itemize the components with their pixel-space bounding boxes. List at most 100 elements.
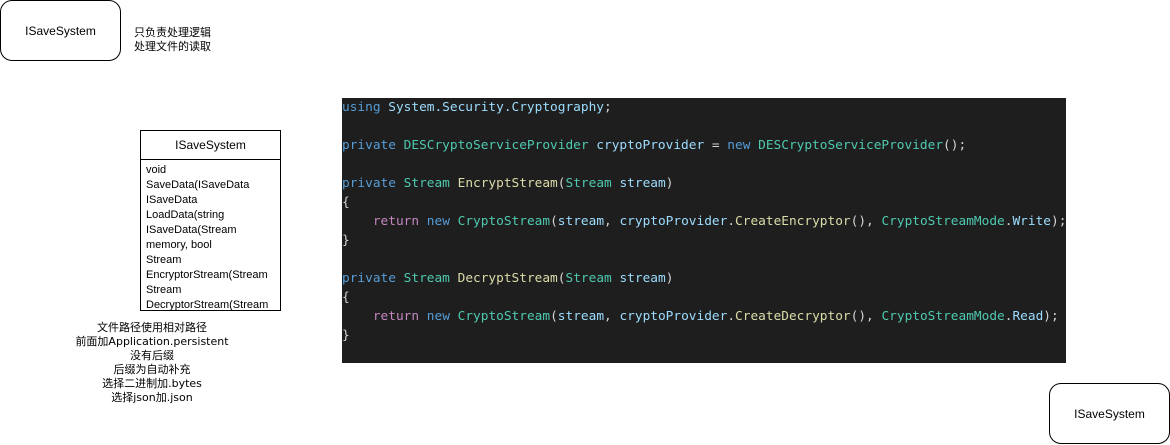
code-token: Stream xyxy=(565,176,612,191)
code-token: cryptoProvider xyxy=(619,309,728,324)
code-line: { xyxy=(342,193,1066,212)
code-token: private xyxy=(342,271,396,286)
code-token: ) xyxy=(665,271,674,286)
code-snippet-block[interactable]: using System.Security.Cryptography; priva… xyxy=(342,98,1066,363)
code-token: stream xyxy=(557,214,605,229)
code-token: private xyxy=(342,138,396,153)
note-line: 文件路径使用相对路径 xyxy=(97,321,207,334)
uml-member-line: memory, bool xyxy=(146,239,212,251)
code-token: { xyxy=(342,290,350,305)
code-token: EncryptStream xyxy=(457,176,558,191)
code-token: ) xyxy=(665,176,674,191)
isavesystem-box-bottom-label: ISaveSystem xyxy=(1074,406,1145,421)
uml-member-line: Stream xyxy=(146,254,182,266)
code-token: CryptoStreamMode xyxy=(881,214,1005,229)
code-token: new xyxy=(426,309,450,324)
code-token: stream xyxy=(619,271,666,286)
code-token: DecryptStream xyxy=(457,271,558,286)
code-token: new xyxy=(426,214,450,229)
uml-member-line: ISaveData xyxy=(146,194,198,206)
code-token: ( xyxy=(550,309,558,324)
note-line: 只负责处理逻辑 xyxy=(134,26,211,39)
note-line: 前面加Application.persistent xyxy=(75,335,229,348)
note-line: 选择json加.json xyxy=(111,391,193,404)
code-token: { xyxy=(342,195,350,210)
note-line: 后缀为自动补充 xyxy=(113,363,191,376)
code-token: ( xyxy=(557,176,566,191)
code-token: ( xyxy=(550,214,558,229)
code-token: CryptoStream xyxy=(457,309,551,324)
code-token: private xyxy=(342,176,396,191)
uml-member-line: DecryptorStream(Stream xyxy=(146,299,269,311)
code-token: (), xyxy=(850,214,882,229)
code-token: } xyxy=(342,328,350,343)
code-line: { xyxy=(342,288,1066,307)
isavesystem-box-top[interactable]: ISaveSystem xyxy=(0,0,121,61)
uml-class-members: void SaveData(ISaveData ISaveData LoadDa… xyxy=(141,160,280,311)
uml-member-line: LoadData(string xyxy=(146,209,225,221)
code-token: . xyxy=(727,309,736,324)
code-token: } xyxy=(342,233,350,248)
code-token: CryptoStream xyxy=(457,214,551,229)
code-token: CreateDecryptor xyxy=(735,309,851,324)
code-line: return new CryptoStream(stream, cryptoPr… xyxy=(342,307,1066,326)
code-token: Stream xyxy=(403,176,450,191)
code-token: Write xyxy=(1012,214,1051,229)
code-line: private Stream DecryptStream(Stream stre… xyxy=(342,269,1066,288)
code-token: stream xyxy=(557,309,605,324)
code-token: CreateEncryptor xyxy=(735,214,851,229)
code-token: ); xyxy=(1050,214,1066,229)
uml-class-box[interactable]: ISaveSystem void SaveData(ISaveData ISav… xyxy=(140,130,281,311)
code-line: return new CryptoStream(stream, cryptoPr… xyxy=(342,212,1066,231)
code-token: . xyxy=(727,214,736,229)
uml-member-line: void xyxy=(146,164,167,176)
uml-class-title: ISaveSystem xyxy=(141,131,280,160)
isavesystem-box-bottom[interactable]: ISaveSystem xyxy=(1049,383,1170,444)
code-token: Read xyxy=(1012,309,1044,324)
code-token: DESCryptoServiceProvider xyxy=(758,138,944,153)
code-token: cryptoProvider xyxy=(596,138,705,153)
code-token: return xyxy=(372,214,420,229)
code-token: stream xyxy=(619,176,666,191)
note-line: 处理文件的读取 xyxy=(134,40,211,53)
code-line: } xyxy=(342,326,1066,345)
note-line: 选择二进制加.bytes xyxy=(102,377,202,390)
code-token: (); xyxy=(943,138,967,153)
code-token: using xyxy=(342,100,381,115)
code-line: } xyxy=(342,231,1066,250)
code-token: DESCryptoServiceProvider xyxy=(403,138,589,153)
uml-member-line: EncryptorStream(Stream xyxy=(146,269,268,281)
code-token: , xyxy=(604,309,620,324)
code-token: Stream xyxy=(565,271,612,286)
code-line: using System.Security.Cryptography; xyxy=(342,98,1066,117)
code-token: new xyxy=(727,138,751,153)
code-token: (), xyxy=(850,309,882,324)
code-token: , xyxy=(604,214,620,229)
code-token: ); xyxy=(1043,309,1059,324)
code-token: Stream xyxy=(403,271,450,286)
isavesystem-box-top-label: ISaveSystem xyxy=(25,23,96,38)
code-line: private Stream EncryptStream(Stream stre… xyxy=(342,174,1066,193)
uml-member-line: ISaveData(Stream xyxy=(146,224,237,236)
code-line: private DESCryptoServiceProvider cryptoP… xyxy=(342,136,1066,155)
code-token: = xyxy=(704,138,728,153)
code-token: cryptoProvider xyxy=(619,214,728,229)
code-token: ; xyxy=(603,100,612,115)
uml-member-line: Stream xyxy=(146,284,182,296)
file-path-note: 文件路径使用相对路径 前面加Application.persistent 没有后… xyxy=(52,321,252,405)
code-token: return xyxy=(372,309,420,324)
